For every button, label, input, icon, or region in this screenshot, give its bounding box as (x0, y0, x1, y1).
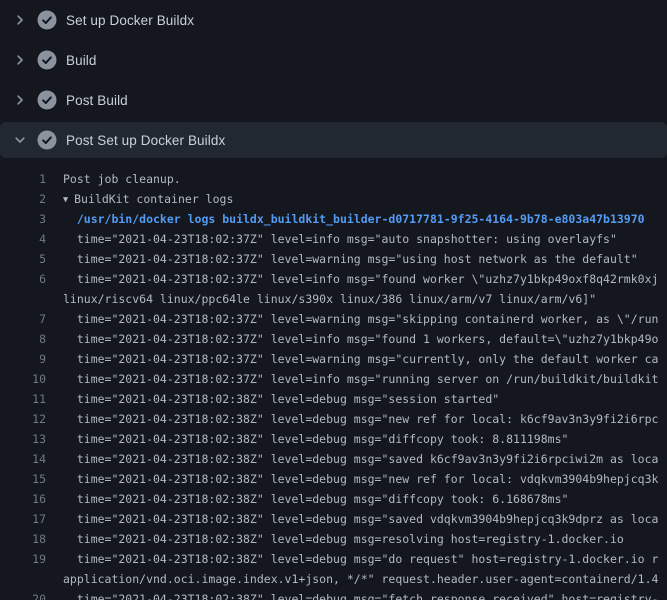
line-number[interactable]: 18 (0, 529, 46, 549)
log-line: 13 time="2021-04-23T18:02:38Z" level=deb… (0, 429, 667, 449)
group-label: BuildKit container logs (74, 192, 233, 206)
log-line-continuation: application/vnd.oci.image.index.v1+json,… (0, 569, 667, 589)
line-number[interactable]: 6 (0, 269, 46, 289)
line-number[interactable]: 16 (0, 489, 46, 509)
line-number[interactable]: 8 (0, 329, 46, 349)
log-text: time="2021-04-23T18:02:38Z" level=debug … (63, 469, 658, 489)
chevron-right-icon (12, 12, 28, 28)
line-number[interactable]: 9 (0, 349, 46, 369)
step-build[interactable]: Build (0, 40, 667, 80)
log-text: time="2021-04-23T18:02:38Z" level=debug … (63, 529, 624, 549)
line-number[interactable]: 13 (0, 429, 46, 449)
line-number[interactable]: 3 (0, 209, 46, 229)
line-number[interactable]: 7 (0, 309, 46, 329)
line-number[interactable]: 11 (0, 389, 46, 409)
log-text: time="2021-04-23T18:02:38Z" level=debug … (63, 429, 568, 449)
log-panel: 1 Post job cleanup. 2 ▼ BuildKit container l… (0, 160, 667, 600)
log-text: application/vnd.oci.image.index.v1+json,… (63, 569, 658, 589)
log-text: time="2021-04-23T18:02:38Z" level=debug … (63, 389, 499, 409)
log-text: /usr/bin/docker logs buildx_buildkit_bui… (63, 209, 645, 229)
log-line: 17 time="2021-04-23T18:02:38Z" level=deb… (0, 509, 667, 529)
log-line: 19 time="2021-04-23T18:02:38Z" level=deb… (0, 549, 667, 569)
log-text: time="2021-04-23T18:02:37Z" level=info m… (63, 229, 617, 249)
log-line: 16 time="2021-04-23T18:02:38Z" level=deb… (0, 489, 667, 509)
line-number (0, 569, 46, 589)
log-line: 15 time="2021-04-23T18:02:38Z" level=deb… (0, 469, 667, 489)
log-line: 8 time="2021-04-23T18:02:37Z" level=info… (0, 329, 667, 349)
check-circle-icon (37, 90, 57, 110)
chevron-right-icon (12, 52, 28, 68)
step-title: Post Set up Docker Buildx (66, 133, 225, 148)
log-text: time="2021-04-23T18:02:38Z" level=debug … (63, 509, 658, 529)
chevron-down-icon (12, 132, 28, 148)
step-title: Build (66, 53, 97, 68)
log-text: time="2021-04-23T18:02:37Z" level=info m… (63, 269, 658, 289)
step-post-build[interactable]: Post Build (0, 80, 667, 120)
line-number[interactable]: 10 (0, 369, 46, 389)
log-text: time="2021-04-23T18:02:37Z" level=warnin… (63, 309, 658, 329)
log-text: time="2021-04-23T18:02:37Z" level=info m… (63, 369, 658, 389)
actions-log-viewer: Set up Docker Buildx Build Post Build Post … (0, 0, 667, 600)
check-circle-icon (37, 10, 57, 30)
log-line: 4 time="2021-04-23T18:02:37Z" level=info… (0, 229, 667, 249)
line-number[interactable]: 2 (0, 189, 46, 209)
log-line: 5 time="2021-04-23T18:02:37Z" level=warn… (0, 249, 667, 269)
line-number[interactable]: 19 (0, 549, 46, 569)
step-title: Post Build (66, 93, 128, 108)
log-text: time="2021-04-23T18:02:38Z" level=debug … (63, 449, 658, 469)
log-text: linux/riscv64 linux/ppc64le linux/s390x … (63, 289, 596, 309)
log-group-toggle[interactable]: ▼ BuildKit container logs (63, 189, 233, 209)
log-line: 9 time="2021-04-23T18:02:37Z" level=warn… (0, 349, 667, 369)
log-line: 10 time="2021-04-23T18:02:37Z" level=inf… (0, 369, 667, 389)
log-line: 3 /usr/bin/docker logs buildx_buildkit_b… (0, 209, 667, 229)
log-line: 18 time="2021-04-23T18:02:38Z" level=deb… (0, 529, 667, 549)
step-title: Set up Docker Buildx (66, 13, 194, 28)
log-text: time="2021-04-23T18:02:38Z" level=debug … (63, 549, 658, 569)
line-number[interactable]: 17 (0, 509, 46, 529)
log-text: time="2021-04-23T18:02:37Z" level=warnin… (63, 249, 638, 269)
log-line: 14 time="2021-04-23T18:02:38Z" level=deb… (0, 449, 667, 469)
line-number[interactable]: 12 (0, 409, 46, 429)
line-number[interactable]: 14 (0, 449, 46, 469)
line-number[interactable]: 1 (0, 169, 46, 189)
check-circle-icon (37, 130, 57, 150)
check-circle-icon (37, 50, 57, 70)
line-number[interactable]: 20 (0, 589, 46, 600)
log-text: time="2021-04-23T18:02:38Z" level=debug … (63, 409, 658, 429)
step-set-up-docker-buildx[interactable]: Set up Docker Buildx (0, 0, 667, 40)
steps-list: Set up Docker Buildx Build Post Build Post … (0, 0, 667, 158)
log-text: Post job cleanup. (63, 169, 181, 189)
log-line: 7 time="2021-04-23T18:02:37Z" level=warn… (0, 309, 667, 329)
log-text: time="2021-04-23T18:02:38Z" level=debug … (63, 589, 658, 600)
line-number[interactable]: 15 (0, 469, 46, 489)
log-line: 6 time="2021-04-23T18:02:37Z" level=info… (0, 269, 667, 289)
log-line: 1 Post job cleanup. (0, 169, 667, 189)
line-number[interactable]: 5 (0, 249, 46, 269)
log-line: 20 time="2021-04-23T18:02:38Z" level=deb… (0, 589, 667, 600)
chevron-right-icon (12, 92, 28, 108)
line-number (0, 289, 46, 309)
step-post-set-up-docker-buildx[interactable]: Post Set up Docker Buildx (0, 122, 667, 158)
log-line: 2 ▼ BuildKit container logs (0, 189, 667, 209)
log-line: 11 time="2021-04-23T18:02:38Z" level=deb… (0, 389, 667, 409)
group-expanded-triangle-icon: ▼ (63, 190, 68, 209)
log-text: time="2021-04-23T18:02:37Z" level=warnin… (63, 349, 658, 369)
log-line: 12 time="2021-04-23T18:02:38Z" level=deb… (0, 409, 667, 429)
log-text: time="2021-04-23T18:02:38Z" level=debug … (63, 489, 568, 509)
line-number[interactable]: 4 (0, 229, 46, 249)
log-line-continuation: linux/riscv64 linux/ppc64le linux/s390x … (0, 289, 667, 309)
log-text: time="2021-04-23T18:02:37Z" level=info m… (63, 329, 658, 349)
